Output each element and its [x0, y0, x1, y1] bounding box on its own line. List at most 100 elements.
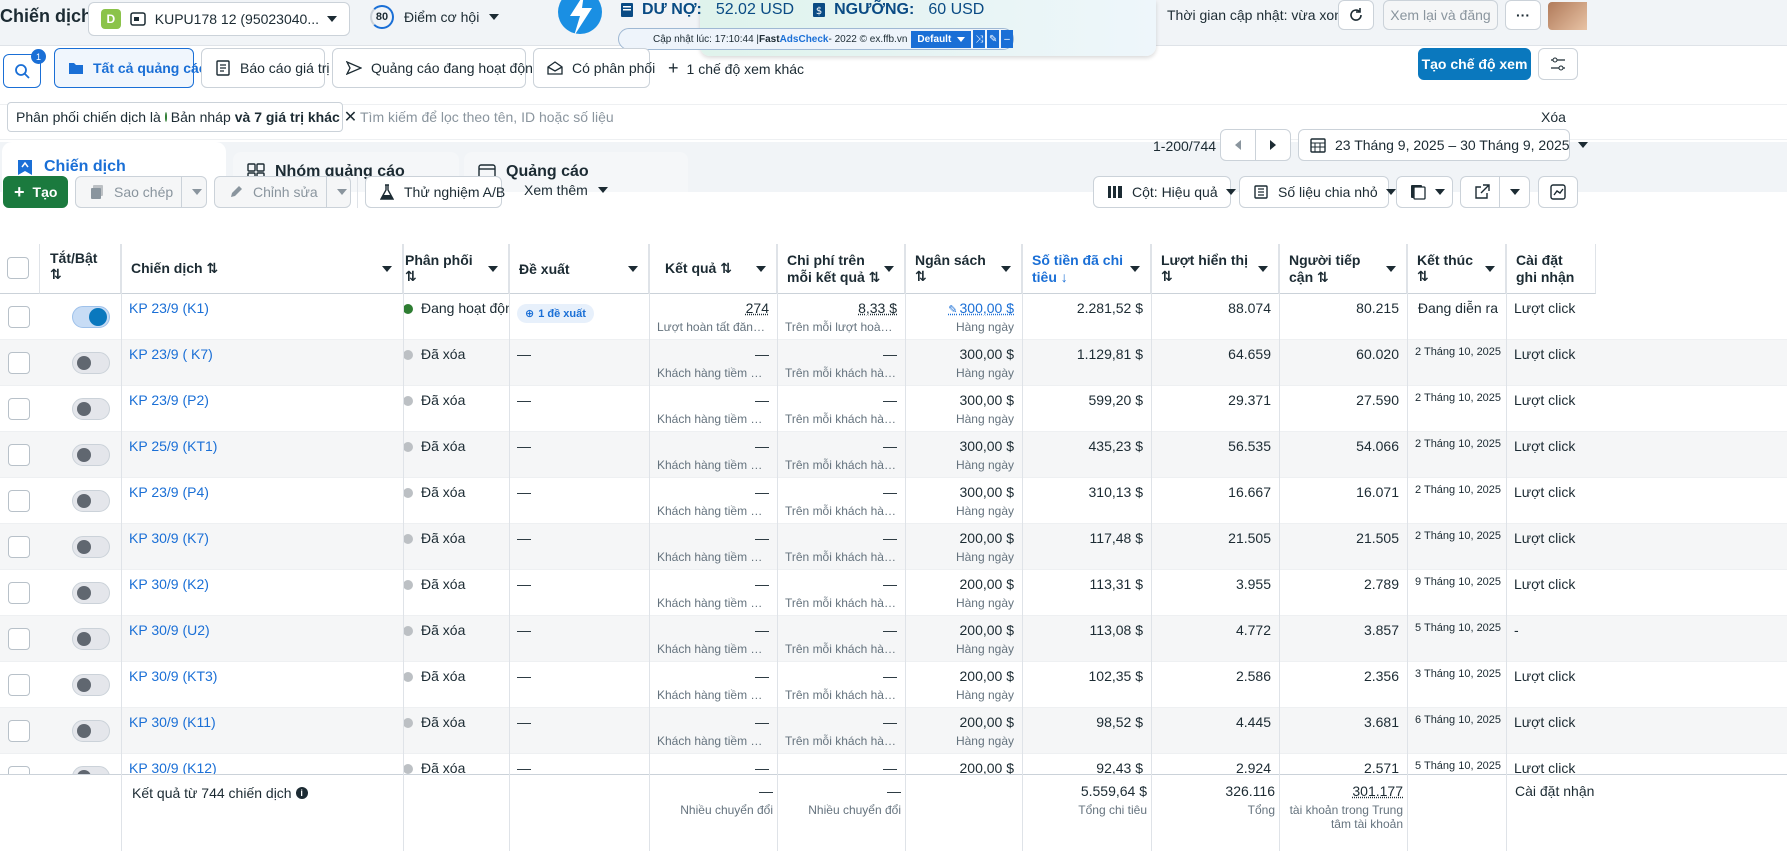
chevron-down-icon[interactable] — [1485, 265, 1495, 272]
search-button[interactable]: 1 — [3, 49, 46, 88]
prev-page-button[interactable] — [1220, 129, 1256, 161]
chevron-down-icon[interactable] — [884, 265, 894, 272]
chevron-down-icon[interactable] — [1386, 265, 1396, 272]
campaign-name-link[interactable]: KP 30/9 (K12) — [121, 754, 403, 774]
row-checkbox[interactable] — [8, 352, 30, 374]
table-row[interactable]: KP 30/9 (K12) Đã xóa — — — 200,00 $ 92,43 $ 2.9… — [0, 754, 1787, 774]
shuffle-icon[interactable]: ⤨ — [973, 30, 986, 48]
col-recommendations[interactable]: Đề xuất — [509, 244, 649, 294]
campaign-toggle[interactable] — [72, 352, 110, 374]
campaign-name-link[interactable]: KP 23/9 ( K7) — [121, 340, 403, 386]
row-checkbox[interactable] — [8, 720, 30, 742]
edit-icon[interactable]: ✎ — [987, 30, 1000, 48]
budget[interactable]: ✎ 300,00 $ Hàng ngày — [905, 294, 1022, 340]
campaign-name-link[interactable]: KP 25/9 (KT1) — [121, 432, 403, 478]
recommendation[interactable]: ⊕ 1 đề xuất — [509, 294, 649, 340]
chevron-down-icon[interactable] — [756, 265, 766, 272]
chevron-down-icon[interactable] — [382, 265, 392, 272]
table-row[interactable]: KP 30/9 (K7) Đã xóa — — Khách hàng tiềm năng… — [0, 524, 1787, 570]
campaign-name-link[interactable]: KP 30/9 (K11) — [121, 708, 403, 754]
minimize-icon[interactable]: – — [1001, 30, 1014, 48]
more-views[interactable]: + 1 chế độ xem khác — [668, 58, 804, 79]
col-reach[interactable]: Người tiếp cận ⇅ — [1279, 244, 1407, 294]
date-range-picker[interactable]: 23 Tháng 9, 2025 – 30 Tháng 9, 2025 — [1298, 129, 1588, 161]
campaign-name-link[interactable]: KP 23/9 (P2) — [121, 386, 403, 432]
table-row[interactable]: KP 30/9 (U2) Đã xóa — — Khách hàng tiềm năng… — [0, 616, 1787, 662]
ab-test-button[interactable]: Thử nghiệm A/B — [365, 176, 505, 208]
col-ends[interactable]: Kết thúc ⇅ — [1407, 244, 1506, 294]
opportunity-score[interactable]: 80 Điểm cơ hội — [370, 5, 500, 29]
chevron-down-icon[interactable] — [488, 265, 498, 272]
row-checkbox[interactable] — [8, 674, 30, 696]
col-amount-spent[interactable]: Số tiền đã chi tiêu ↓ — [1022, 244, 1151, 294]
table-row[interactable]: KP 23/9 ( K7) Đã xóa — — Khách hàng tiềm năn… — [0, 340, 1787, 386]
table-row[interactable]: KP 25/9 (KT1) Đã xóa — — Khách hàng tiềm năn… — [0, 432, 1787, 478]
table-row[interactable]: KP 23/9 (K1)Đang hoạt động⊕1 đề xuất274L… — [0, 294, 1787, 340]
row-checkbox[interactable] — [8, 490, 30, 512]
edit-button[interactable]: Chỉnh sửa — [214, 176, 351, 208]
campaign-toggle[interactable] — [72, 582, 110, 604]
col-attribution[interactable]: Cài đặt ghi nhận — [1506, 244, 1596, 294]
table-row[interactable]: KP 30/9 (K2) Đã xóa — — Khách hàng tiềm năng… — [0, 570, 1787, 616]
chevron-down-icon[interactable] — [1130, 265, 1140, 272]
reports-button[interactable] — [1396, 176, 1453, 208]
campaign-toggle[interactable] — [72, 628, 110, 650]
table-row[interactable]: KP 30/9 (K11) Đã xóa — — Khách hàng tiềm năn… — [0, 708, 1787, 754]
info-icon[interactable]: i — [295, 787, 308, 799]
col-campaign[interactable]: Chiến dịch ⇅ — [121, 244, 403, 294]
view-value-report[interactable]: Báo cáo giá trị — [201, 48, 330, 88]
clear-filter-link[interactable]: Xóa — [1541, 109, 1566, 125]
campaign-name-link[interactable]: KP 30/9 (U2) — [121, 616, 403, 662]
table-row[interactable]: KP 30/9 (KT3) Đã xóa — — Khách hàng tiềm năn… — [0, 662, 1787, 708]
row-checkbox[interactable] — [8, 766, 30, 774]
view-with-delivery[interactable]: Có phân phối — [533, 48, 655, 88]
row-checkbox[interactable] — [8, 536, 30, 558]
campaign-toggle[interactable] — [72, 398, 110, 420]
campaign-name-link[interactable]: KP 30/9 (KT3) — [121, 662, 403, 708]
campaign-name-link[interactable]: KP 23/9 (P4) — [121, 478, 403, 524]
close-icon[interactable]: ✕ — [344, 107, 357, 127]
campaign-toggle[interactable] — [72, 490, 110, 512]
export-button[interactable] — [1460, 176, 1530, 208]
export-dropdown[interactable] — [1499, 177, 1520, 207]
refresh-button[interactable] — [1338, 0, 1374, 30]
chevron-down-icon[interactable] — [1258, 265, 1268, 272]
breakdown-button[interactable]: Số liệu chia nhỏ — [1239, 176, 1396, 208]
review-publish-button[interactable]: Xem lại và đăng — [1383, 0, 1498, 30]
chart-button[interactable] — [1538, 176, 1578, 208]
row-checkbox[interactable] — [8, 582, 30, 604]
duplicate-dropdown[interactable] — [181, 177, 203, 207]
table-row[interactable]: KP 23/9 (P2) Đã xóa — — Khách hàng tiềm năng… — [0, 386, 1787, 432]
select-all-checkbox[interactable] — [7, 257, 29, 279]
account-selector[interactable]: D KUPU178 12 (95023040... — [88, 2, 350, 36]
col-impressions[interactable]: Lượt hiển thị ⇅ — [1151, 244, 1279, 294]
row-checkbox[interactable] — [8, 306, 30, 328]
view-active-ads[interactable]: Quảng cáo đang hoạt động — [332, 48, 541, 88]
col-budget[interactable]: Ngân sách ⇅ — [905, 244, 1022, 294]
avatar[interactable] — [1548, 2, 1587, 30]
chevron-down-icon[interactable] — [628, 265, 638, 272]
create-button[interactable]: + Tạo — [3, 176, 68, 208]
more-button[interactable]: ··· — [1505, 0, 1541, 30]
col-toggle[interactable]: Tắt/Bật ⇅ — [40, 244, 121, 294]
duplicate-button[interactable]: Sao chép — [75, 176, 207, 208]
campaign-name-link[interactable]: KP 30/9 (K7) — [121, 524, 403, 570]
campaign-name-link[interactable]: KP 23/9 (K1) — [121, 294, 403, 340]
row-checkbox[interactable] — [8, 398, 30, 420]
col-results[interactable]: Kết quả ⇅ — [649, 244, 777, 294]
next-page-button[interactable] — [1255, 129, 1291, 161]
campaign-toggle[interactable] — [72, 674, 110, 696]
filter-chip[interactable]: Phân phối chiến dịch là Bản nháp và 7 gi… — [7, 102, 357, 132]
create-view-button[interactable]: Tạo chế độ xem — [1418, 48, 1531, 80]
edit-dropdown[interactable] — [325, 177, 347, 207]
filter-search-input[interactable]: Tìm kiếm để lọc theo tên, ID hoặc số liệ… — [360, 109, 614, 125]
col-cost-per-result[interactable]: Chi phí trên mỗi kết quả ⇅ — [777, 244, 905, 294]
see-more-button[interactable]: Xem thêm — [524, 182, 608, 198]
table-row[interactable]: KP 23/9 (P4) Đã xóa — — Khách hàng tiềm năng… — [0, 478, 1787, 524]
chevron-down-icon[interactable] — [1001, 265, 1011, 272]
settings-button[interactable] — [1538, 48, 1578, 80]
row-checkbox[interactable] — [8, 444, 30, 466]
campaign-toggle[interactable] — [72, 306, 110, 328]
campaign-toggle[interactable] — [72, 720, 110, 742]
view-all-ads[interactable]: Tất cả quảng cáo — [54, 48, 207, 88]
